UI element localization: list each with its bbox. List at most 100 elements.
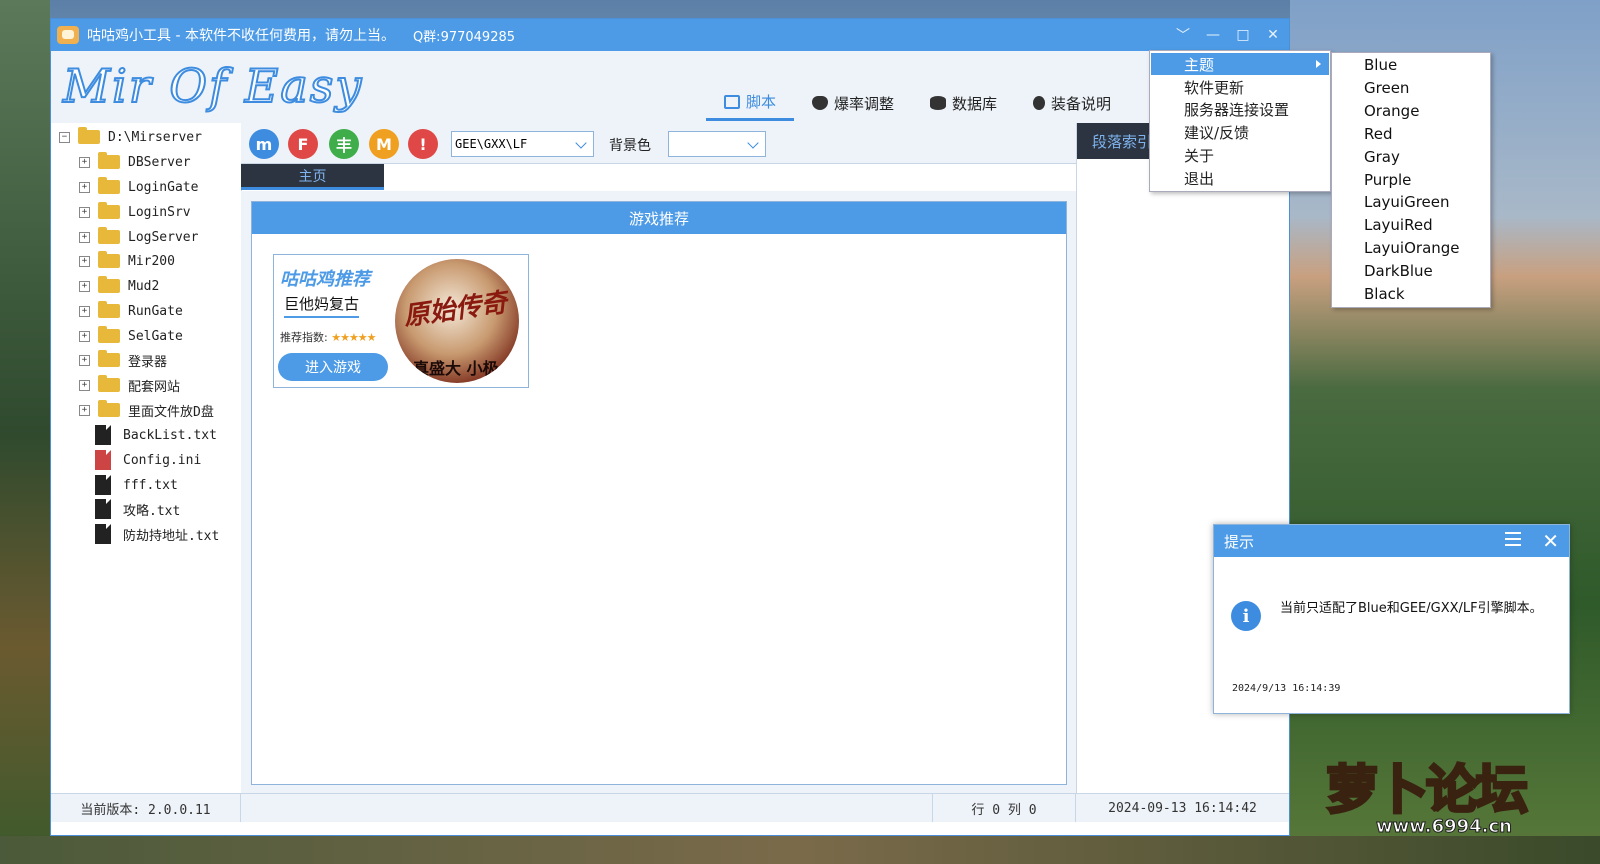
m-engine-button[interactable]: m [249,129,279,159]
txt-file-icon [95,475,111,495]
tree-folder[interactable]: + LoginGate [79,175,198,199]
game-poster-image[interactable]: 原始传奇 真盛大 小极 [395,259,519,383]
notification-toast: 提示 ✕ i 当前只适配了Blue和GEE/GXX/LF引擎脚本。 2024/9… [1213,524,1570,714]
feng-engine-button[interactable]: 丰 [329,129,359,159]
expand-toggle-icon[interactable]: + [79,280,90,292]
tree-folder[interactable]: + DBServer [79,150,191,174]
window-title: 咕咕鸡小工具 - 本软件不收任何费用，请勿上当。 [87,28,395,44]
menu-item-server-settings[interactable]: 服务器连接设置 [1151,98,1329,120]
tree-file[interactable]: BackList.txt [89,423,217,447]
folder-icon [98,400,120,417]
folder-icon [98,251,120,268]
theme-option[interactable]: Blue [1364,54,1397,76]
theme-option[interactable]: Red [1364,123,1393,145]
tree-folder[interactable]: + Mud2 [79,274,159,298]
collapse-icon[interactable]: ﹀ [1175,25,1191,45]
menu-item-theme[interactable]: 主题 [1151,53,1329,75]
expand-toggle-icon[interactable]: + [79,156,90,168]
tree-folder[interactable]: + 里面文件放D盘 [79,398,214,422]
menu-item-label: 软件更新 [1184,78,1245,97]
tree-file[interactable]: Config.ini [89,448,201,472]
folder-icon [98,350,120,367]
theme-option[interactable]: Orange [1364,100,1419,122]
menu-item-label: 主题 [1184,55,1215,74]
expand-toggle-icon[interactable]: + [79,379,90,391]
theme-option[interactable]: Gray [1364,146,1400,168]
toast-timestamp: 2024/9/13 16:14:39 [1232,683,1341,694]
tree-file[interactable]: fff.txt [89,473,178,497]
menu-item-update[interactable]: 软件更新 [1151,76,1329,98]
tree-file[interactable]: 防劫持地址.txt [89,522,219,546]
menu-item-label: 退出 [1184,169,1215,188]
theme-option[interactable]: LayuiOrange [1364,237,1460,259]
tree-folder[interactable]: + 登录器 [79,348,167,372]
menu-item-feedback[interactable]: 建议/反馈 [1151,121,1329,143]
info-engine-button[interactable]: ! [408,129,438,159]
theme-option[interactable]: Black [1364,283,1405,305]
menu-item-exit[interactable]: 退出 [1151,167,1329,189]
cursor-position: 行 0 列 0 [933,794,1076,822]
expand-toggle-icon[interactable]: + [79,181,90,193]
toast-title: 提示 [1224,532,1255,551]
tree-folder[interactable]: + SelGate [79,324,183,348]
datetime-label: 2024-09-13 16:14:42 [1108,800,1257,816]
collapse-toggle-icon[interactable]: − [59,131,70,143]
tab-database[interactable]: 数据库 [912,85,1015,121]
theme-option[interactable]: DarkBlue [1364,260,1433,282]
header: Mir Of Easy 脚本 爆率调整 数据库 装备说明 [51,51,1289,123]
bg-color-select[interactable] [668,131,766,157]
tree-label: Mir200 [128,253,175,269]
shield-icon [812,96,829,110]
tree-folder[interactable]: + LogServer [79,225,198,249]
close-icon[interactable]: ✕ [1542,529,1559,553]
title-bar[interactable]: 咕咕鸡小工具 - 本软件不收任何费用，请勿上当。 Q群:977049285 ﹀ … [51,19,1289,51]
chevron-down-icon [747,137,759,149]
f-engine-button[interactable]: F [288,129,318,159]
theme-option[interactable]: Purple [1364,169,1411,191]
tree-label: fff.txt [123,477,178,493]
txt-file-icon [95,499,111,519]
tree-folder[interactable]: + RunGate [79,299,183,323]
tab-home[interactable]: 主页 [241,164,384,190]
folder-icon [98,301,120,318]
menu-item-about[interactable]: 关于 [1151,144,1329,166]
engine-select[interactable]: GEE\GXX\LF [451,131,594,157]
tree-folder[interactable]: + 配套网站 [79,373,180,397]
folder-icon [98,202,120,219]
minimize-icon[interactable]: — [1205,27,1221,43]
tree-label: 配套网站 [128,379,181,395]
settings-menu: 主题 软件更新 服务器连接设置 建议/反馈 关于 退出 [1149,50,1331,192]
game-card: 咕咕鸡推荐 巨他妈复古 推荐指数: ★★★★★ 进入游戏 原始传奇 真盛大 小极 [273,254,529,388]
close-icon[interactable]: ✕ [1265,27,1281,43]
enter-game-button[interactable]: 进入游戏 [278,353,388,381]
expand-toggle-icon[interactable]: + [79,404,90,416]
monero-engine-button[interactable]: M [369,129,399,159]
tree-root[interactable]: − D:\Mirserver [59,125,202,149]
tree-label: 防劫持地址.txt [123,528,220,544]
engine-select-value: GEE\GXX\LF [455,137,528,151]
theme-option[interactable]: LayuiRed [1364,214,1433,236]
theme-submenu: Blue Green Orange Red Gray Purple LayuiG… [1331,52,1491,308]
tab-equipment[interactable]: 装备说明 [1015,85,1129,121]
hamburger-menu-icon[interactable] [1505,532,1521,546]
theme-option[interactable]: LayuiGreen [1364,191,1450,213]
expand-toggle-icon[interactable]: + [79,206,90,218]
tree-folder[interactable]: + LoginSrv [79,200,191,224]
expand-toggle-icon[interactable]: + [79,231,90,243]
star-rating-icon: ★★★★★ [331,331,376,344]
theme-option[interactable]: Green [1364,77,1409,99]
tab-script[interactable]: 脚本 [706,85,795,121]
expand-toggle-icon[interactable]: + [79,330,90,342]
expand-toggle-icon[interactable]: + [79,354,90,366]
poster-subtitle: 真盛大 小极 [413,359,499,378]
tab-label: 装备说明 [1051,94,1112,113]
watermark-text: 萝卜论坛 [1324,760,1529,823]
tree-file[interactable]: 攻略.txt [89,497,180,521]
tree-folder[interactable]: + Mir200 [79,249,175,273]
tab-drop-rate[interactable]: 爆率调整 [794,85,912,121]
expand-toggle-icon[interactable]: + [79,255,90,267]
txt-file-icon [95,524,111,544]
maximize-icon[interactable]: □ [1235,27,1251,43]
folder-icon [98,152,120,169]
expand-toggle-icon[interactable]: + [79,305,90,317]
